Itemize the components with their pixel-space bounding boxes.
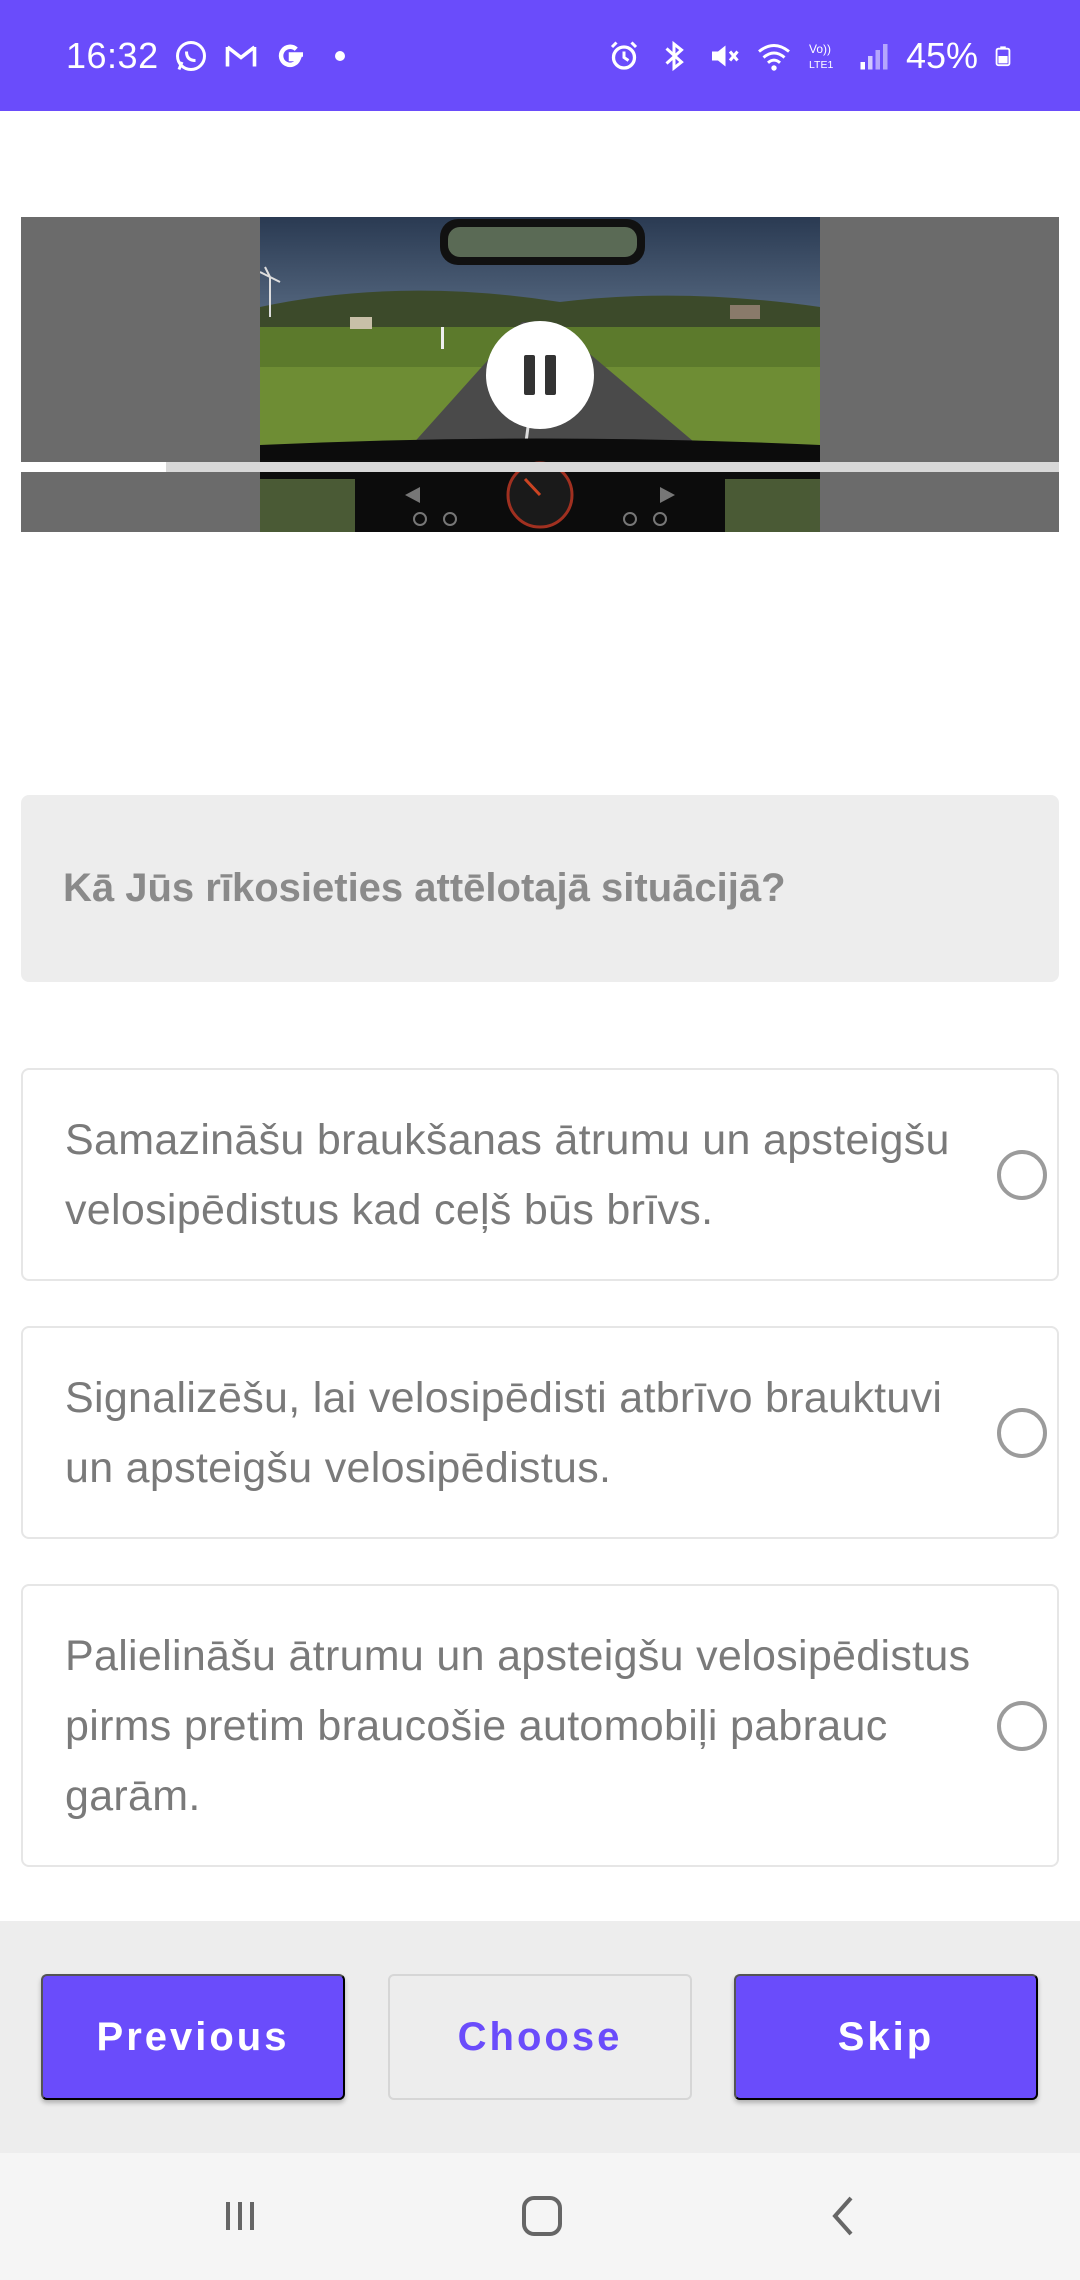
recent-apps-button[interactable] — [205, 2181, 275, 2251]
recent-apps-icon — [226, 2202, 254, 2230]
question-card: Kā Jūs rīkosieties attēlotajā situācijā? — [21, 795, 1059, 982]
previous-button[interactable]: Previous — [41, 1974, 345, 2100]
battery-percent: 45% — [905, 34, 978, 76]
answer-text: Palielināšu ātrumu un apsteigšu velosipē… — [65, 1631, 971, 1820]
skip-button[interactable]: Skip — [734, 1974, 1038, 2100]
back-button[interactable] — [810, 2181, 880, 2251]
svg-text:Vo)): Vo)) — [809, 42, 831, 56]
pause-button[interactable] — [486, 321, 594, 429]
google-icon — [278, 44, 303, 67]
answer-text: Signalizēšu, lai velosipēdisti atbrīvo b… — [65, 1373, 943, 1492]
signal-icon — [860, 43, 888, 69]
whatsapp-icon — [175, 40, 206, 71]
answer-option-3[interactable]: Palielināšu ātrumu un apsteigšu velosipē… — [21, 1584, 1059, 1867]
status-time: 16:32 — [66, 34, 159, 76]
wifi-icon — [758, 43, 790, 71]
battery-icon — [995, 45, 1011, 66]
pause-icon — [524, 355, 535, 395]
status-bar-right: Vo)) LTE1 45% — [606, 35, 1014, 77]
radio-button[interactable] — [997, 1700, 1047, 1751]
video-progress-bar[interactable] — [21, 462, 1059, 472]
choose-button[interactable]: Choose — [388, 1974, 692, 2100]
home-button[interactable] — [507, 2181, 577, 2251]
system-nav-bar — [0, 2153, 1080, 2280]
video-progress-fill — [21, 462, 167, 472]
status-bar-left: 16:32 — [66, 35, 345, 77]
answer-option-1[interactable]: Samazināšu braukšanas ātrumu un apsteigš… — [21, 1068, 1059, 1281]
question-text: Kā Jūs rīkosieties attēlotajā situācijā? — [63, 866, 786, 910]
gmail-icon — [225, 45, 256, 66]
volte-icon: Vo)) LTE1 — [809, 42, 833, 71]
home-icon — [522, 2196, 562, 2236]
status-bar: 16:32 Vo)) LTE1 45% — [0, 0, 1080, 111]
answer-option-2[interactable]: Signalizēšu, lai velosipēdisti atbrīvo b… — [21, 1326, 1059, 1539]
back-icon — [832, 2196, 853, 2236]
bluetooth-icon — [665, 40, 684, 71]
action-bar: Previous Choose Skip — [0, 1921, 1080, 2153]
dot-icon — [334, 50, 345, 61]
svg-text:LTE1: LTE1 — [809, 59, 833, 71]
answer-text: Samazināšu braukšanas ātrumu un apsteigš… — [65, 1115, 950, 1234]
alarm-icon — [610, 40, 637, 70]
mute-icon — [711, 45, 739, 66]
video-player[interactable] — [21, 217, 1059, 532]
radio-button[interactable] — [997, 1149, 1047, 1200]
radio-button[interactable] — [997, 1407, 1047, 1458]
